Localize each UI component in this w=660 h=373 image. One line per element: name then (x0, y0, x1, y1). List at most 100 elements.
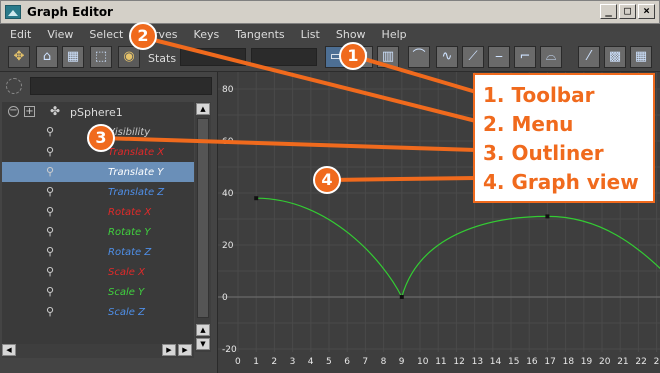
window-title: Graph Editor (27, 5, 113, 19)
scroll-down-icon[interactable]: ▼ (196, 338, 210, 350)
scroll-thumb[interactable] (197, 118, 209, 318)
toolbar: ✥ ⌂ ▦ ⬚ ◉ Stats ▭ ▤ ▥ ⌒ ∿ ⟋ ⎯ ⌐ ⌓ ⁄ ▩ ▦ (0, 44, 660, 72)
maximize-button[interactable]: □ (619, 4, 636, 19)
root-node-label: pSphere1 (70, 106, 123, 119)
x-tick-label: 21 (617, 357, 628, 367)
key-pin-icon: ⚲ (46, 165, 55, 178)
app-icon (5, 5, 21, 19)
menu-select[interactable]: Select (89, 28, 123, 41)
menu-bar: Edit View Select Curves Keys Tangents Li… (0, 24, 660, 44)
x-tick-label: 8 (381, 357, 387, 367)
outliner-horizontal-scrollbar[interactable]: ◀ ▶ ▶ (2, 344, 194, 358)
tree-row-root[interactable]: − + ✤ pSphere1 (2, 102, 194, 122)
x-tick-label: 2 (271, 357, 277, 367)
x-tick-label: 5 (326, 357, 332, 367)
keyframe-point (254, 196, 259, 201)
badge-4: 4 (313, 166, 341, 194)
attribute-label: Translate X (108, 146, 165, 158)
tree-row-attribute[interactable]: ⚲ Scale X (2, 262, 194, 282)
animation-curve (256, 197, 660, 299)
y-tick-label: 40 (222, 189, 234, 199)
tree-row-attribute[interactable]: ⚲ Translate Y (2, 162, 194, 182)
x-tick-label: 22 (635, 357, 646, 367)
scroll-right-icon[interactable]: ▶ (162, 344, 176, 356)
menu-show[interactable]: Show (336, 28, 366, 41)
tree-row-attribute[interactable]: ⚲ Translate Z (2, 182, 194, 202)
tree-row-attribute[interactable]: ⚲ Scale Y (2, 282, 194, 302)
buffer-curve-icon[interactable]: ⁄ (578, 46, 600, 68)
callout-legend: 1. Toolbar 2. Menu 3. Outliner 4. Graph … (473, 73, 655, 203)
x-tick-label: 4 (308, 357, 314, 367)
scroll-up-lower-icon[interactable]: ▲ (196, 324, 210, 336)
menu-list[interactable]: List (301, 28, 320, 41)
menu-edit[interactable]: Edit (10, 28, 31, 41)
step-tangents-icon[interactable]: ⌐ (514, 46, 536, 68)
lattice-tool-icon[interactable]: ▦ (62, 46, 84, 68)
badge-3: 3 (87, 124, 115, 152)
x-tick-label: 18 (563, 357, 575, 367)
attribute-label: Rotate X (108, 206, 152, 218)
insert-key-tool-icon[interactable]: ⌂ (36, 46, 58, 68)
key-pin-icon: ⚲ (46, 265, 55, 278)
attribute-label: Rotate Y (108, 226, 151, 238)
time-slider-icon[interactable]: ◉ (118, 46, 140, 68)
menu-tangents[interactable]: Tangents (235, 28, 284, 41)
plateau-tangents-icon[interactable]: ⌓ (540, 46, 562, 68)
scroll-up-icon[interactable]: ▲ (196, 103, 210, 115)
flat-tangents-icon[interactable]: ⎯ (488, 46, 510, 68)
x-tick-label: 23 (654, 357, 660, 367)
stats-value-field[interactable] (251, 48, 317, 66)
menu-view[interactable]: View (47, 28, 73, 41)
attribute-label: Translate Y (108, 166, 164, 178)
x-tick-label: 11 (435, 357, 446, 367)
key-pin-icon: ⚲ (46, 245, 55, 258)
dope-sheet-icon[interactable]: ▦ (630, 46, 652, 68)
outliner-filter-bar (2, 75, 215, 97)
stats-time-field[interactable] (180, 48, 246, 66)
transform-node-icon: ✤ (50, 104, 61, 118)
x-tick-label: 3 (290, 357, 296, 367)
x-tick-label: 16 (526, 357, 538, 367)
menu-help[interactable]: Help (382, 28, 407, 41)
scroll-left-icon[interactable]: ◀ (2, 344, 16, 356)
key-pin-icon: ⚲ (46, 125, 55, 138)
minimize-button[interactable]: _ (600, 4, 617, 19)
stats-label: Stats (148, 52, 177, 65)
attribute-label: Scale X (108, 266, 145, 278)
collapse-icon[interactable]: − (8, 106, 19, 117)
tree-row-attribute[interactable]: ⚲ Rotate Z (2, 242, 194, 262)
linear-tangents-icon[interactable]: ⟋ (462, 46, 484, 68)
y-tick-label: 80 (222, 85, 234, 95)
move-key-tool-icon[interactable]: ✥ (8, 46, 30, 68)
tree-row-attribute[interactable]: ⚲ Rotate X (2, 202, 194, 222)
filter-icon[interactable] (6, 78, 22, 94)
x-tick-label: 1 (253, 357, 259, 367)
attribute-label: Rotate Z (108, 246, 152, 258)
tree-row-attribute[interactable]: ⚲ Rotate Y (2, 222, 194, 242)
badge-1: 1 (339, 42, 367, 70)
x-tick-label: 17 (544, 357, 555, 367)
x-tick-label: 6 (344, 357, 350, 367)
x-tick-label: 14 (490, 357, 502, 367)
spline-tangents-icon[interactable]: ⌒ (408, 46, 430, 68)
curve-editor-icon[interactable]: ▩ (604, 46, 626, 68)
frame-playback-icon[interactable]: ▥ (377, 46, 399, 68)
scroll-right-end-icon[interactable]: ▶ (178, 344, 192, 356)
badge-2: 2 (129, 22, 157, 50)
clamped-tangents-icon[interactable]: ∿ (436, 46, 458, 68)
window-title-bar: Graph Editor _ □ × (0, 0, 660, 24)
key-pin-icon: ⚲ (46, 305, 55, 318)
close-button[interactable]: × (638, 4, 655, 19)
outliner-vertical-scrollbar[interactable]: ▲ ▲ ▼ (195, 102, 211, 352)
attribute-label: Scale Y (108, 286, 145, 298)
outliner-filter-input[interactable] (30, 77, 212, 95)
attribute-label: Scale Z (108, 306, 145, 318)
expand-box-icon[interactable]: + (24, 106, 35, 117)
region-tool-icon[interactable]: ⬚ (90, 46, 112, 68)
tree-row-attribute[interactable]: ⚲ Scale Z (2, 302, 194, 322)
key-pin-icon: ⚲ (46, 225, 55, 238)
menu-keys[interactable]: Keys (194, 28, 220, 41)
y-tick-label: 20 (222, 241, 234, 251)
callout-outliner: 3. Outliner (483, 141, 604, 165)
x-tick-label: 19 (581, 357, 593, 367)
